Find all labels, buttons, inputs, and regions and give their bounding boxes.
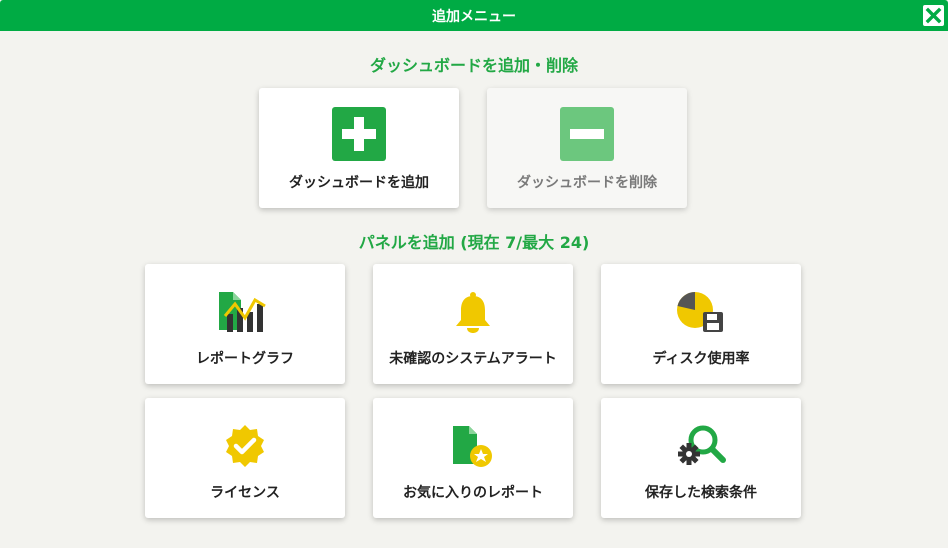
saved-search-icon <box>678 425 726 465</box>
dashboard-section-title: ダッシュボードを追加・削除 <box>369 56 578 75</box>
add-dashboard-label: ダッシュボードを追加 <box>289 175 429 191</box>
saved-search-label: 保存した検索条件 <box>645 485 757 501</box>
report-graph-button[interactable]: レポートグラフ <box>145 264 345 384</box>
license-badge-icon <box>226 425 264 467</box>
dialog-title: 追加メニュー <box>432 8 516 25</box>
system-alert-button[interactable]: 未確認のシステムアラート <box>373 264 573 384</box>
license-label: ライセンス <box>210 485 280 501</box>
dialog-header: 追加メニュー <box>0 0 948 31</box>
close-icon <box>925 7 942 24</box>
plus-icon <box>332 107 386 161</box>
favorite-report-icon <box>453 426 492 467</box>
report-graph-label: レポートグラフ <box>196 351 294 367</box>
disk-usage-icon <box>677 292 723 332</box>
disk-usage-button[interactable]: ディスク使用率 <box>601 264 801 384</box>
system-alert-label: 未確認のシステムアラート <box>389 351 557 367</box>
disk-usage-label: ディスク使用率 <box>652 351 750 367</box>
remove-dashboard-button[interactable]: ダッシュボードを削除 <box>487 88 687 208</box>
license-button[interactable]: ライセンス <box>145 398 345 518</box>
add-dashboard-button[interactable]: ダッシュボードを追加 <box>259 88 459 208</box>
favorite-report-label: お気に入りのレポート <box>403 485 543 501</box>
report-graph-icon <box>219 292 266 332</box>
saved-search-button[interactable]: 保存した検索条件 <box>601 398 801 518</box>
panel-section-title: パネルを追加 (現在 7/最大 24) <box>358 233 590 252</box>
minus-icon <box>560 107 614 161</box>
bell-icon <box>456 292 490 333</box>
close-button[interactable] <box>923 5 944 26</box>
favorite-report-button[interactable]: お気に入りのレポート <box>373 398 573 518</box>
remove-dashboard-label: ダッシュボードを削除 <box>517 175 657 191</box>
